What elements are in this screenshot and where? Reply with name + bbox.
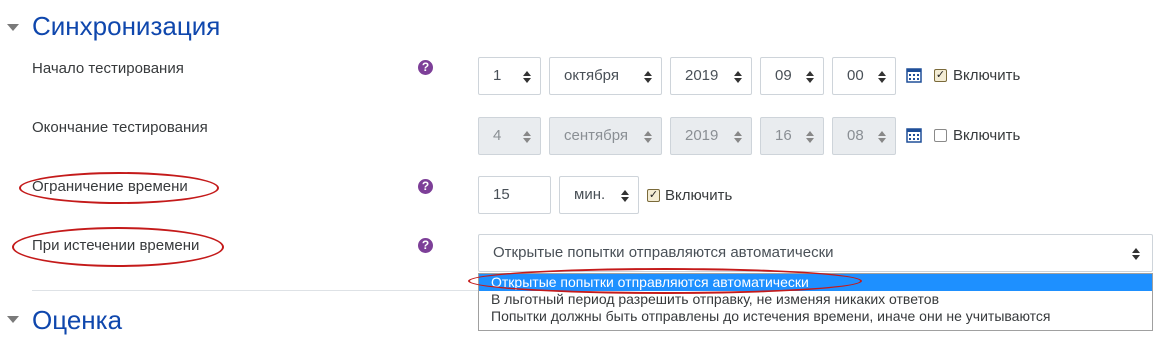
- overdue-select[interactable]: Открытые попытки отправляются автоматиче…: [478, 234, 1153, 272]
- close-hour-value: 16: [775, 127, 792, 144]
- calendar-icon[interactable]: [906, 67, 922, 83]
- close-minute-select[interactable]: 08: [832, 117, 896, 155]
- select-arrows-icon: [523, 71, 531, 83]
- section-title-sync[interactable]: Синхронизация: [32, 11, 220, 41]
- open-enable-label[interactable]: Включить: [953, 67, 1020, 85]
- field-label-open: Начало тестирования: [32, 60, 184, 77]
- select-arrows-icon: [734, 71, 742, 83]
- field-label-close: Окончание тестирования: [32, 119, 208, 136]
- question-circle-icon[interactable]: ?: [418, 179, 433, 194]
- close-year-value: 2019: [685, 127, 719, 144]
- dropdown-option[interactable]: Попытки должны быть отправлены до истече…: [479, 308, 1152, 325]
- close-month-value: сентября: [564, 127, 629, 144]
- select-arrows-icon: [734, 131, 742, 143]
- close-minute-value: 08: [847, 127, 864, 144]
- field-label-timelimit: Ограничение времени: [32, 178, 188, 195]
- open-year-value: 2019: [685, 67, 719, 84]
- timelimit-value: 15: [493, 186, 510, 203]
- timelimit-input[interactable]: 15: [478, 176, 551, 214]
- select-arrows-icon: [621, 190, 629, 202]
- timelimit-enable-checkbox[interactable]: ✓: [647, 189, 660, 202]
- collapse-caret-icon[interactable]: [7, 316, 19, 323]
- close-enable-checkbox[interactable]: [934, 129, 947, 142]
- open-day-value: 1: [493, 67, 502, 84]
- select-arrows-icon: [806, 71, 814, 83]
- open-minute-select[interactable]: 00: [832, 57, 896, 95]
- select-arrows-icon: [878, 71, 886, 83]
- timelimit-unit-select[interactable]: мин.: [559, 176, 639, 214]
- calendar-icon[interactable]: [906, 127, 922, 143]
- dropdown-option[interactable]: Открытые попытки отправляются автоматиче…: [479, 274, 1152, 291]
- close-enable-label[interactable]: Включить: [953, 127, 1020, 145]
- overdue-dropdown-list[interactable]: Открытые попытки отправляются автоматиче…: [478, 273, 1153, 331]
- close-year-select[interactable]: 2019: [670, 117, 752, 155]
- open-enable-checkbox[interactable]: ✓: [934, 69, 947, 82]
- open-day-select[interactable]: 1: [478, 57, 541, 95]
- close-hour-select[interactable]: 16: [760, 117, 824, 155]
- open-minute-value: 00: [847, 67, 864, 84]
- question-circle-icon[interactable]: ?: [418, 238, 433, 253]
- open-year-select[interactable]: 2019: [670, 57, 752, 95]
- close-month-select[interactable]: сентября: [549, 117, 662, 155]
- field-label-overdue: При истечении времени: [32, 237, 200, 254]
- select-arrows-icon: [878, 131, 886, 143]
- dropdown-option[interactable]: В льготный период разрешить отправку, не…: [479, 291, 1152, 308]
- collapse-caret-icon[interactable]: [7, 24, 19, 31]
- question-circle-icon[interactable]: ?: [418, 60, 433, 75]
- open-hour-value: 09: [775, 67, 792, 84]
- select-arrows-icon: [644, 71, 652, 83]
- select-arrows-icon: [644, 131, 652, 143]
- select-arrows-icon: [1132, 248, 1140, 260]
- open-month-value: октября: [564, 67, 619, 84]
- timelimit-unit-value: мин.: [574, 186, 606, 203]
- overdue-selected-value: Открытые попытки отправляются автоматиче…: [493, 244, 834, 261]
- open-hour-select[interactable]: 09: [760, 57, 824, 95]
- select-arrows-icon: [806, 131, 814, 143]
- timelimit-enable-label[interactable]: Включить: [665, 187, 732, 205]
- section-title-grade[interactable]: Оценка: [32, 305, 122, 335]
- close-day-value: 4: [493, 127, 502, 144]
- select-arrows-icon: [523, 131, 531, 143]
- close-day-select[interactable]: 4: [478, 117, 541, 155]
- open-month-select[interactable]: октября: [549, 57, 662, 95]
